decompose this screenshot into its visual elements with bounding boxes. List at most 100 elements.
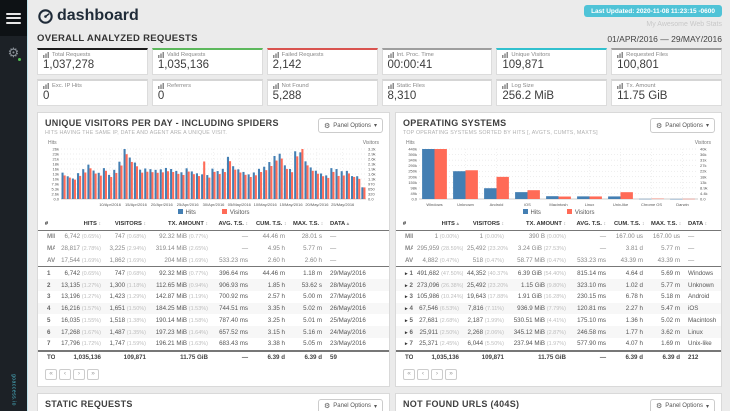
visitors-bar[interactable]: [589, 196, 602, 199]
hits-bar[interactable]: [164, 167, 167, 199]
visitors-bar[interactable]: [327, 177, 330, 199]
visitors-bar[interactable]: [172, 172, 175, 199]
panel-options-button[interactable]: ⚙ Panel Options ▾: [650, 118, 715, 133]
hits-bar[interactable]: [71, 178, 74, 199]
visitors-bar[interactable]: [434, 149, 447, 199]
column-header[interactable]: MAX. T.S. ↕: [289, 218, 326, 231]
table-row[interactable]: ▸ 5 27,681 (2.68%) 2,187 (1.99%) 530.51 MiB …: [396, 314, 721, 326]
visitors-bar[interactable]: [275, 160, 278, 199]
legend-item[interactable]: Visitors: [221, 209, 249, 216]
hits-bar[interactable]: [453, 171, 466, 199]
hits-bar[interactable]: [577, 196, 590, 199]
expand-row-icon[interactable]: ▸: [405, 294, 408, 300]
visitors-bar[interactable]: [115, 172, 118, 199]
visitors-bar[interactable]: [151, 172, 154, 199]
visitors-bar[interactable]: [332, 171, 335, 199]
table-row[interactable]: 4 16,216 (1.57%) 1,651 (1.50%) 184.25 MiB (…: [38, 302, 389, 315]
column-header[interactable]: HITS ▴: [413, 218, 463, 231]
table-row[interactable]: ▸ 3 105,986 (10.24%) 19,643 (17.88%) 1.91 Gi…: [396, 291, 721, 303]
hits-bar[interactable]: [484, 188, 497, 199]
hits-bar[interactable]: [237, 169, 240, 199]
hits-bar[interactable]: [92, 170, 95, 199]
visitors-bar[interactable]: [208, 177, 211, 199]
visitors-bar[interactable]: [234, 169, 237, 199]
column-header[interactable]: MAX. T.S. ↕: [647, 218, 684, 231]
legend-item[interactable]: Hits: [177, 209, 196, 216]
visitors-bar[interactable]: [177, 173, 180, 199]
column-header[interactable]: TX. AMOUNT ↕: [508, 218, 570, 231]
visitors-bar[interactable]: [63, 175, 66, 199]
hits-bar[interactable]: [263, 166, 266, 199]
page-button[interactable]: «: [403, 368, 415, 380]
visitors-bar[interactable]: [89, 168, 92, 199]
visitors-bar[interactable]: [280, 158, 283, 199]
panel-options-button[interactable]: ⚙ Panel Options ▾: [650, 398, 715, 411]
hits-bar[interactable]: [206, 175, 209, 199]
visitors-bar[interactable]: [285, 168, 288, 199]
table-row[interactable]: ▸ 7 25,371 (2.45%) 6,044 (5.50%) 237.94 MiB …: [396, 338, 721, 351]
hits-bar[interactable]: [515, 192, 528, 199]
visitors-bar[interactable]: [135, 166, 139, 199]
visitors-bar[interactable]: [465, 170, 478, 199]
visitors-bar[interactable]: [99, 175, 102, 199]
visitors-bar[interactable]: [322, 176, 325, 199]
visitors-bar[interactable]: [270, 165, 273, 199]
column-header[interactable]: TX. AMOUNT ↕: [150, 218, 212, 231]
panel-options-button[interactable]: ⚙ Panel Options ▾: [318, 118, 383, 133]
table-row[interactable]: ▸ 4 67,546 (6.53%) 7,816 (7.11%) 936.9 MiB (…: [396, 302, 721, 315]
page-button[interactable]: «: [45, 368, 57, 380]
visitors-bar[interactable]: [249, 176, 252, 199]
hits-bar[interactable]: [133, 162, 136, 199]
hits-bar[interactable]: [149, 169, 152, 199]
column-header[interactable]: HITS ↕: [55, 218, 105, 231]
table-row[interactable]: ▸ 2 273,096 (26.38%) 25,492 (23.20%) 1.15 Gi…: [396, 279, 721, 291]
panel-options-button[interactable]: ⚙ Panel Options ▾: [318, 398, 383, 411]
visitors-bar[interactable]: [161, 172, 164, 199]
visitors-bar[interactable]: [110, 176, 113, 199]
visitors-bar[interactable]: [68, 177, 71, 199]
hits-bar[interactable]: [195, 173, 198, 199]
visitors-bar[interactable]: [94, 173, 97, 199]
visitors-bar[interactable]: [192, 174, 195, 199]
visitors-bar[interactable]: [363, 187, 366, 199]
hits-bar[interactable]: [185, 168, 188, 199]
visitors-bar[interactable]: [125, 154, 128, 199]
hits-bar[interactable]: [309, 167, 312, 199]
expand-row-icon[interactable]: ▸: [405, 306, 408, 312]
hits-bar[interactable]: [294, 151, 297, 199]
column-header[interactable]: VISITORS ↕: [463, 218, 508, 231]
hits-bar[interactable]: [325, 175, 328, 199]
visitors-bar[interactable]: [296, 156, 299, 199]
hits-bar[interactable]: [345, 170, 348, 199]
visitors-bar[interactable]: [213, 171, 216, 199]
visitors-bar[interactable]: [146, 171, 149, 199]
visitors-bar[interactable]: [223, 172, 226, 199]
visitors-bar[interactable]: [182, 174, 185, 199]
visitors-bar[interactable]: [156, 172, 159, 199]
column-header[interactable]: CUM. T.S. ↕: [252, 218, 289, 231]
hits-bar[interactable]: [77, 173, 80, 199]
visitors-bar[interactable]: [239, 172, 242, 199]
visitors-bar[interactable]: [301, 149, 304, 199]
visitors-bar[interactable]: [104, 170, 108, 199]
hits-bar[interactable]: [340, 171, 343, 199]
hits-bar[interactable]: [288, 168, 292, 199]
hits-bar[interactable]: [335, 169, 338, 199]
hits-bar[interactable]: [221, 168, 224, 199]
visitors-bar[interactable]: [73, 179, 76, 199]
column-header[interactable]: DATA ↕: [684, 218, 721, 231]
settings-button[interactable]: ⚙: [0, 45, 27, 62]
visitors-bar[interactable]: [130, 161, 133, 199]
hits-bar[interactable]: [190, 171, 193, 199]
expand-row-icon[interactable]: ▸: [405, 330, 408, 336]
hits-bar[interactable]: [299, 152, 302, 199]
hits-bar[interactable]: [108, 174, 111, 199]
visitors-bar[interactable]: [166, 171, 170, 199]
visitors-bar[interactable]: [229, 161, 232, 199]
table-row[interactable]: 1 6,742 (0.65%) 747 (0.68%) 92.32 MiB (0.77…: [38, 267, 389, 279]
visitors-bar[interactable]: [265, 170, 268, 199]
visitors-bar[interactable]: [187, 171, 190, 199]
page-button[interactable]: »: [445, 368, 457, 380]
visitors-bar[interactable]: [496, 176, 509, 199]
table-row[interactable]: ▸ 6 25,911 (2.50%) 2,268 (2.06%) 345.12 MiB …: [396, 326, 721, 339]
